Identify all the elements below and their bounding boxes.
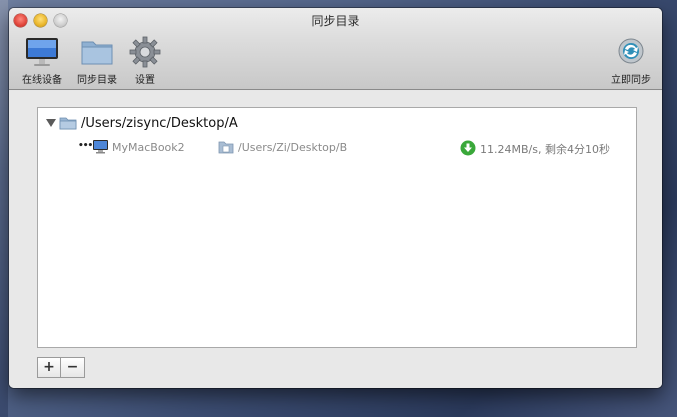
folder-icon	[59, 117, 77, 130]
settings-label: 设置	[135, 75, 155, 86]
sync-now-label: 立即同步	[611, 75, 651, 86]
desktop-background	[0, 0, 8, 417]
download-arrow-icon	[460, 140, 476, 156]
sync-dirs-label: 同步目录	[77, 75, 117, 86]
sync-window: 同步目录 在线设备 同步目录 设置 立即同步 /Users/zisync/Des…	[9, 8, 662, 388]
remove-button[interactable]: −	[61, 357, 85, 378]
sync-icon	[618, 38, 644, 64]
folder-icon	[81, 41, 113, 65]
root-path: /Users/zisync/Desktop/A	[81, 115, 238, 131]
titlebar: 同步目录 在线设备 同步目录 设置 立即同步	[9, 8, 662, 90]
bottom-button-group: + −	[37, 357, 85, 378]
settings-button[interactable]: 设置	[127, 36, 163, 86]
online-devices-label: 在线设备	[22, 75, 62, 86]
online-devices-button[interactable]: 在线设备	[19, 36, 65, 86]
gear-icon	[129, 36, 161, 68]
transfer-status: 11.24MB/s, 剩余4分10秒	[480, 143, 610, 156]
sync-dirs-button[interactable]: 同步目录	[73, 36, 121, 86]
remote-path: /Users/Zi/Desktop/B	[238, 141, 348, 154]
content-area: /Users/zisync/Desktop/A ••• MyMacBook2 /…	[9, 91, 662, 388]
add-button[interactable]: +	[37, 357, 61, 378]
sync-now-button[interactable]: 立即同步	[607, 36, 655, 86]
device-name: MyMacBook2	[112, 141, 185, 154]
connection-dots-icon: •••	[78, 141, 93, 151]
window-title: 同步目录	[311, 14, 360, 28]
computer-icon	[93, 140, 108, 154]
remote-folder-icon	[218, 141, 234, 154]
monitor-icon	[26, 38, 58, 66]
sync-tree-panel: /Users/zisync/Desktop/A ••• MyMacBook2 /…	[37, 107, 637, 348]
tree-child-row[interactable]: ••• MyMacBook2 /Users/Zi/Desktop/B 11.24…	[78, 140, 633, 156]
tree-root-row[interactable]: /Users/zisync/Desktop/A	[46, 114, 238, 132]
disclosure-triangle-icon[interactable]	[46, 119, 56, 127]
